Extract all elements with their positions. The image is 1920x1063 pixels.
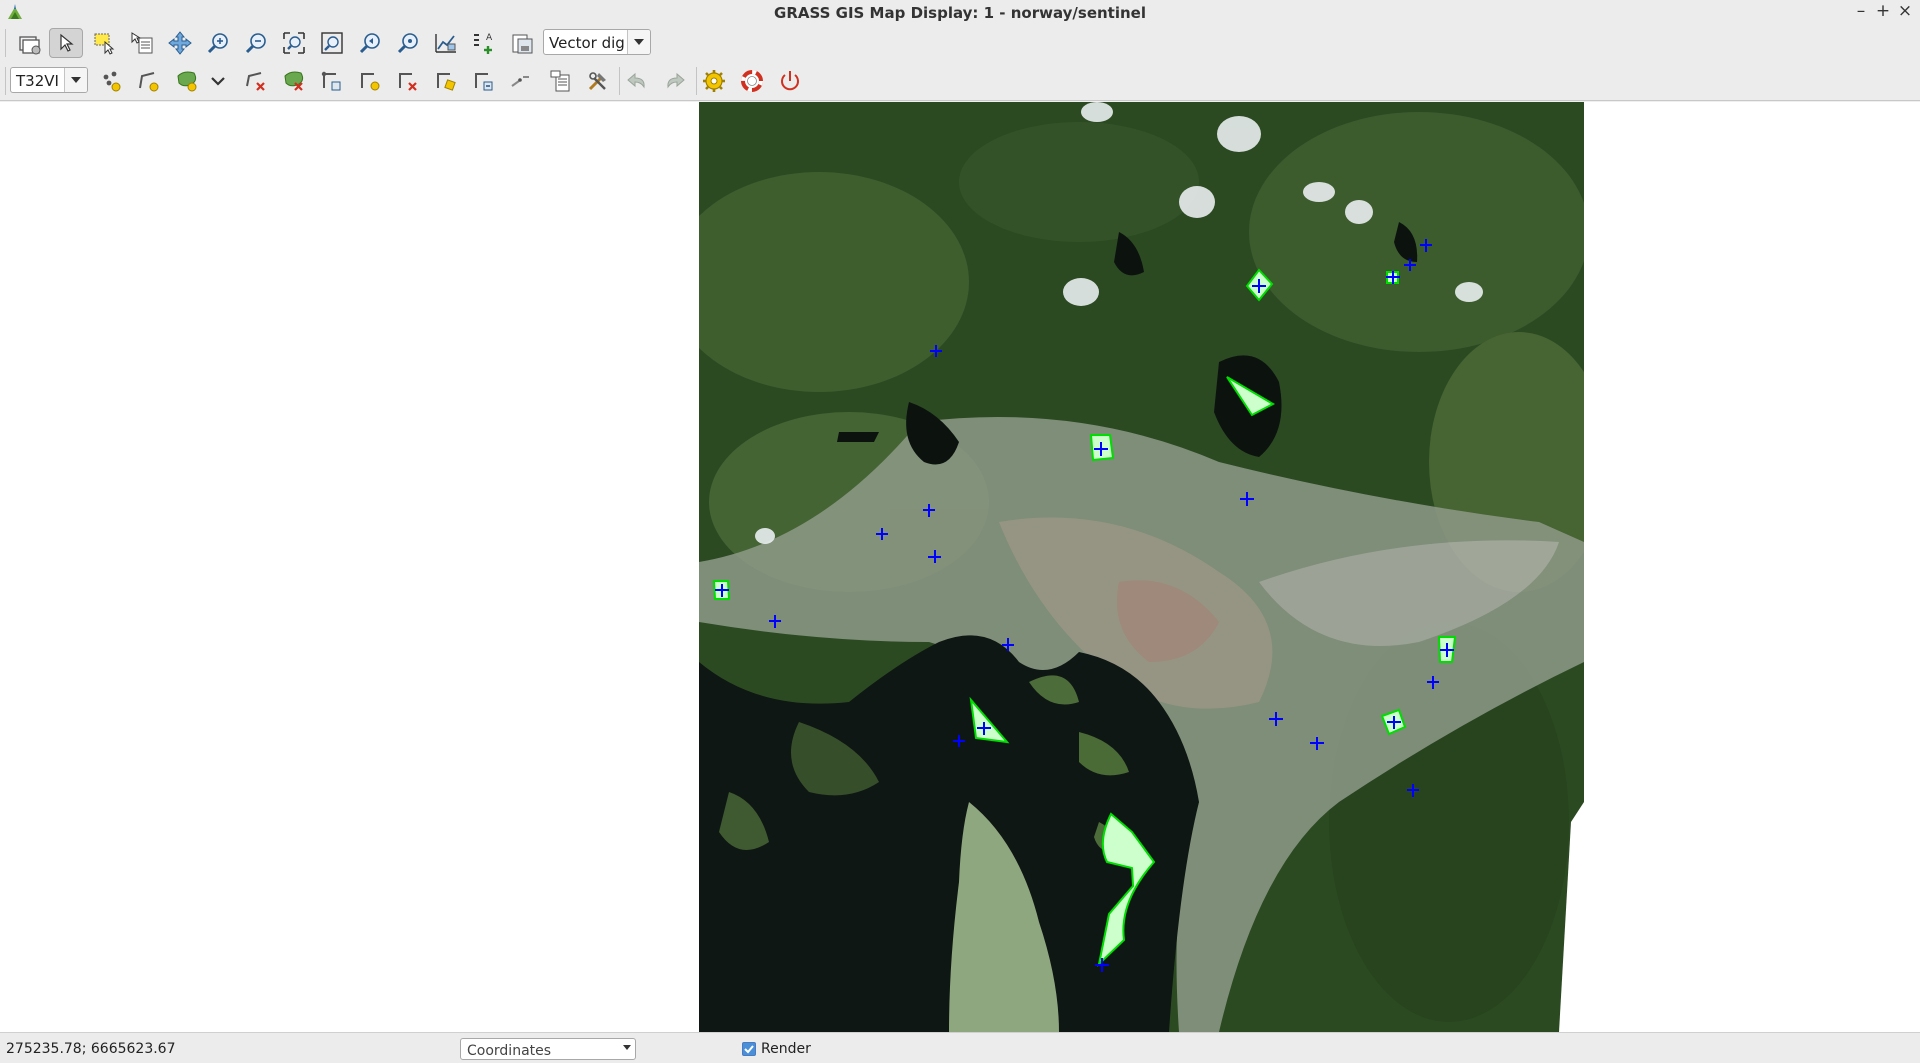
display-mode-select[interactable]: Coordinates	[460, 1038, 636, 1060]
pan-icon	[168, 31, 192, 55]
add-map-icon	[19, 36, 41, 55]
mode-select[interactable]: Vector dig	[543, 29, 651, 55]
coordinates-readout: 275235.78; 6665623.67	[6, 1041, 176, 1057]
remove-vertex-icon	[399, 73, 417, 91]
svg-text:A: A	[486, 33, 493, 43]
title-bar: GRASS GIS Map Display: 1 - norway/sentin…	[0, 0, 1920, 25]
analyze-icon	[435, 34, 456, 53]
window-title: GRASS GIS Map Display: 1 - norway/sentin…	[774, 4, 1146, 22]
select-button[interactable]	[87, 28, 121, 58]
display-attr-icon	[550, 70, 570, 92]
display-attributes-button[interactable]	[543, 66, 577, 96]
toolbar-grip	[5, 67, 6, 95]
redo-icon	[667, 72, 685, 89]
analyze-button[interactable]	[429, 28, 463, 58]
delete-line-icon	[246, 72, 265, 91]
zoom-out-button[interactable]	[239, 28, 273, 58]
chevron-down-icon	[623, 1045, 631, 1050]
overlay-button[interactable]: A	[467, 28, 501, 58]
map-raster[interactable]	[699, 102, 1584, 1032]
quit-digitizer-button[interactable]	[773, 66, 807, 96]
display-cats-icon	[511, 76, 529, 87]
minimize-button[interactable]: –	[1851, 1, 1871, 21]
move-vertex-button[interactable]	[315, 66, 349, 96]
zoom-extent-button[interactable]	[277, 28, 311, 58]
select-icon	[94, 33, 115, 55]
delete-line-button[interactable]	[239, 66, 273, 96]
redo-button[interactable]	[658, 66, 692, 96]
check-icon	[744, 1045, 754, 1054]
add-line-icon	[139, 72, 159, 92]
delete-area-icon	[284, 71, 304, 91]
edit-line-icon	[437, 73, 456, 91]
move-line-icon	[475, 73, 493, 91]
additional-tools-button[interactable]	[581, 66, 615, 96]
chevron-down-icon	[211, 77, 225, 86]
help-icon	[741, 70, 763, 92]
zoom-out-icon	[245, 33, 266, 54]
mode-select-value: Vector dig	[549, 34, 625, 52]
edit-line-button[interactable]	[429, 66, 463, 96]
save-display-button[interactable]	[505, 28, 539, 58]
zoom-menu-button[interactable]	[391, 28, 425, 58]
zoom-region-button[interactable]	[315, 28, 349, 58]
display-cats-button[interactable]	[505, 66, 539, 96]
chevron-down-icon	[627, 30, 650, 54]
add-area-icon	[177, 71, 197, 92]
layer-select[interactable]: T32VI	[10, 67, 88, 93]
pointer-button[interactable]	[49, 28, 83, 58]
render-label: Render	[761, 1041, 811, 1057]
undo-button[interactable]	[620, 66, 654, 96]
settings-button[interactable]	[697, 66, 731, 96]
help-button[interactable]	[735, 66, 769, 96]
additional-tools-icon	[588, 72, 606, 91]
zoom-back-button[interactable]	[353, 28, 387, 58]
remove-vertex-button[interactable]	[391, 66, 425, 96]
move-line-button[interactable]	[467, 66, 501, 96]
move-vertex-icon	[321, 71, 341, 91]
undo-icon	[627, 72, 645, 89]
zoom-in-button[interactable]	[201, 28, 235, 58]
settings-icon	[703, 70, 725, 92]
add-vertex-icon	[361, 73, 380, 91]
pointer-icon	[60, 33, 74, 52]
query-button[interactable]	[125, 28, 159, 58]
zoom-extent-icon	[283, 32, 305, 54]
zoom-menu-icon	[397, 33, 418, 54]
zoom-back-icon	[359, 33, 380, 54]
map-toolbar: A Vector dig	[0, 24, 1920, 62]
close-button[interactable]: ×	[1895, 1, 1915, 21]
save-icon	[512, 34, 533, 54]
add-point-button[interactable]	[94, 66, 128, 96]
display-mode-value: Coordinates	[467, 1043, 552, 1059]
maximize-button[interactable]: +	[1873, 1, 1893, 21]
render-checkbox[interactable]	[742, 1042, 756, 1056]
query-icon	[131, 32, 153, 54]
toolbar-grip	[5, 29, 6, 57]
add-point-icon	[103, 71, 121, 92]
add-line-button[interactable]	[132, 66, 166, 96]
pan-button[interactable]	[163, 28, 197, 58]
status-bar: 275235.78; 6665623.67 Coordinates Render	[0, 1032, 1920, 1063]
add-vertex-button[interactable]	[353, 66, 387, 96]
quit-icon	[781, 71, 799, 91]
map-canvas[interactable]	[0, 102, 1920, 1032]
more-tools-button[interactable]	[205, 66, 231, 96]
overlay-icon: A	[474, 33, 493, 54]
delete-area-button[interactable]	[277, 66, 311, 96]
layer-select-value: T32VI	[16, 72, 59, 90]
zoom-in-icon	[207, 33, 228, 54]
add-area-button[interactable]	[170, 66, 204, 96]
add-map-button[interactable]	[12, 28, 46, 58]
digitizer-toolbar: T32VI	[0, 62, 1920, 101]
zoom-region-icon	[321, 32, 343, 54]
chevron-down-icon	[64, 68, 87, 92]
